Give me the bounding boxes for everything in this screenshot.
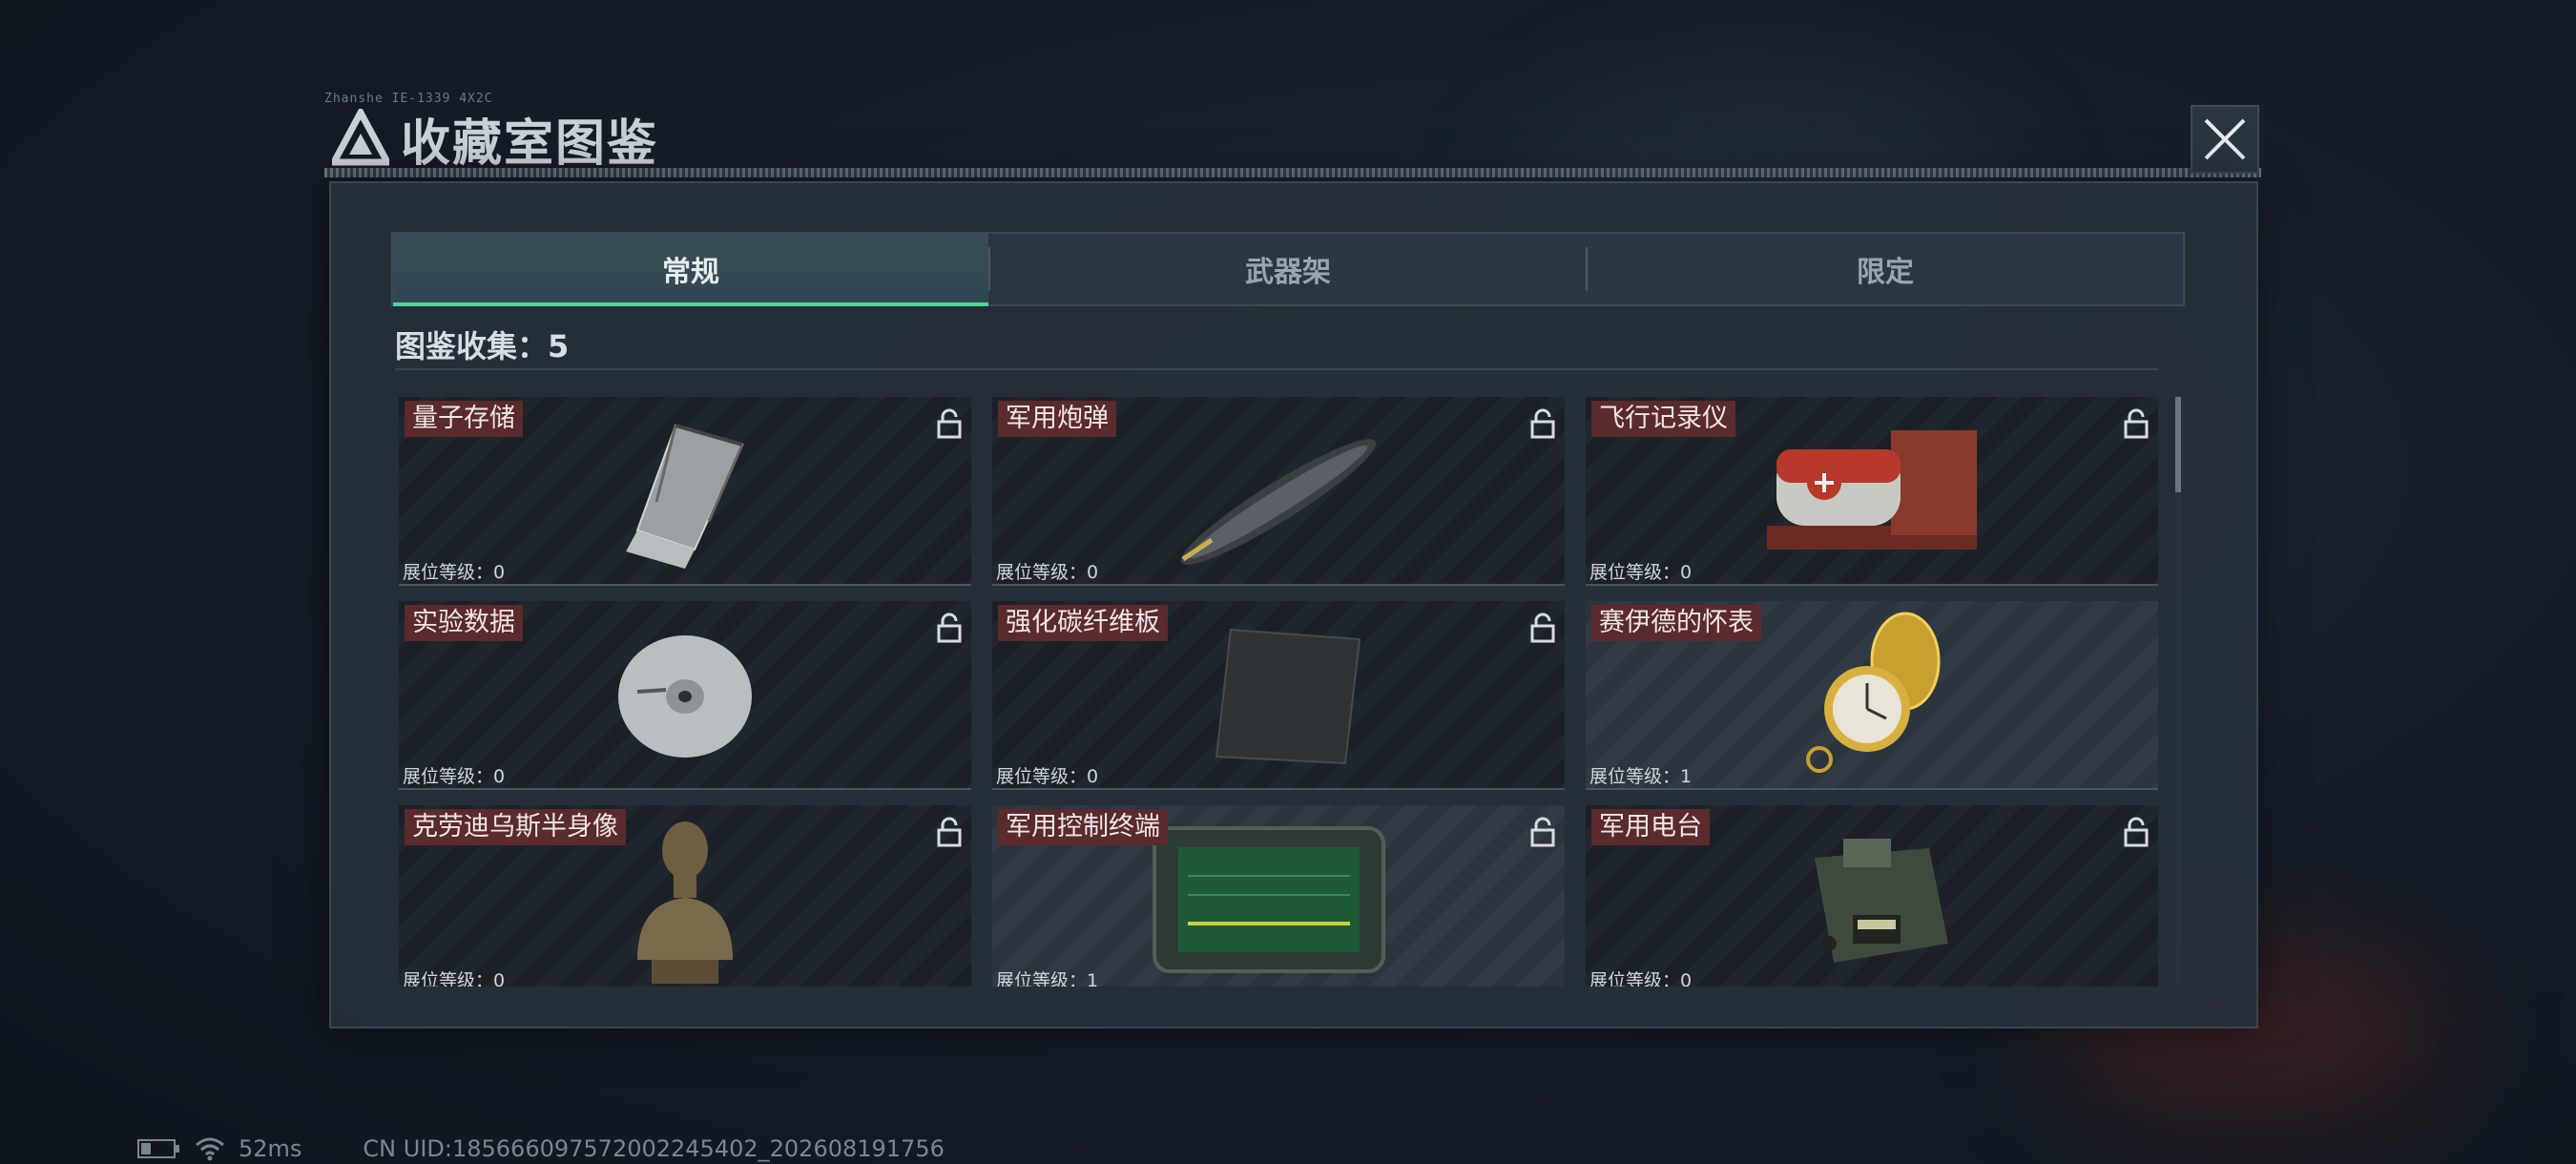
item-level-label: 展位等级： (403, 562, 494, 583)
item-card-claudius-bust[interactable]: 克劳迪乌斯半身像 展位等级：0 (399, 805, 971, 987)
military-radio-icon (1815, 839, 1948, 963)
item-grid: 量子存储 展位等级：0 军用炮弹 展位等级：0 飞行记录仪 展位等级：0 实验数… (399, 397, 2159, 987)
item-card-experiment-data[interactable]: 实验数据 展位等级：0 (399, 601, 971, 790)
grid-scrollbar[interactable] (2175, 397, 2181, 987)
lock-icon (2124, 817, 2149, 847)
item-name: 克劳迪乌斯半身像 (405, 809, 626, 845)
item-level: 展位等级：0 (403, 558, 505, 584)
item-level: 展位等级：0 (1589, 558, 1692, 584)
item-level-label: 展位等级： (403, 766, 494, 787)
wifi-icon (196, 1137, 224, 1161)
item-level: 展位等级：1 (996, 967, 1098, 987)
item-level-value: 0 (1087, 562, 1099, 583)
item-name: 军用控制终端 (998, 809, 1168, 845)
scroll-thumb[interactable] (2175, 397, 2181, 492)
header-divider (324, 168, 2261, 177)
control-terminal-icon (1153, 826, 1385, 973)
carbon-plate-icon (1215, 628, 1361, 765)
lock-icon (2124, 408, 2149, 439)
item-name: 量子存储 (405, 401, 523, 437)
item-level: 展位等级：0 (996, 558, 1098, 584)
lock-icon (937, 613, 962, 643)
dialog-header: Zhanshe IE-1339 4X2C 收藏室图鉴 (324, 92, 2261, 177)
item-level: 展位等级：0 (996, 762, 1098, 788)
ping-value: 52ms (239, 1135, 302, 1162)
item-card-military-radio[interactable]: 军用电台 展位等级：0 (1586, 805, 2158, 987)
flight-recorder-icon (1767, 430, 1977, 550)
item-level-label: 展位等级： (1589, 766, 1681, 787)
lock-icon (1530, 613, 1555, 643)
item-card-quantum-storage[interactable]: 量子存储 展位等级：0 (399, 397, 971, 586)
item-level-label: 展位等级： (1589, 562, 1681, 583)
tab-weapon-rack[interactable]: 武器架 (990, 234, 1586, 304)
item-name: 飞行记录仪 (1591, 401, 1735, 437)
item-level-value: 0 (493, 766, 506, 787)
disc-icon (618, 635, 752, 758)
divider (395, 368, 2158, 370)
tab-regular[interactable]: 常规 (393, 234, 988, 306)
item-name: 军用电台 (1591, 809, 1710, 845)
item-level-value: 0 (1680, 970, 1693, 987)
item-level-value: 1 (1680, 766, 1693, 787)
battery-icon (137, 1139, 179, 1158)
item-level-label: 展位等级： (996, 766, 1088, 787)
item-level-value: 0 (493, 562, 506, 583)
lock-icon (937, 408, 962, 439)
uid-text: CN UID:18566609757200224540​2_2026081917… (363, 1135, 945, 1162)
lock-icon (937, 817, 962, 847)
close-button[interactable] (2191, 105, 2259, 174)
item-level: 展位等级：0 (403, 762, 505, 788)
tab-limited[interactable]: 限定 (1588, 234, 2183, 304)
item-card-control-terminal[interactable]: 军用控制终端 展位等级：1 (992, 805, 1565, 987)
item-level-value: 0 (1680, 562, 1693, 583)
item-level-value: 0 (1087, 766, 1099, 787)
usb-drive-icon (626, 424, 744, 569)
item-level-label: 展位等级： (996, 970, 1088, 987)
item-level: 展位等级：1 (1589, 762, 1692, 788)
item-level: 展位等级：0 (1589, 967, 1692, 987)
collection-count: 图鉴收集：5 (395, 322, 569, 366)
item-name: 实验数据 (405, 605, 523, 641)
collection-count-label: 图鉴收集： (395, 328, 549, 364)
lock-icon (1530, 408, 1555, 439)
item-level-value: 1 (1087, 970, 1099, 987)
item-level-label: 展位等级： (996, 562, 1088, 583)
close-icon (2204, 118, 2246, 160)
delta-logo-icon (332, 109, 389, 166)
item-name: 赛伊德的怀表 (1591, 605, 1761, 641)
item-name: 军用炮弹 (998, 401, 1116, 437)
item-card-military-shell[interactable]: 军用炮弹 展位等级：0 (992, 397, 1565, 586)
item-card-carbon-plate[interactable]: 强化碳纤维板 展位等级：0 (992, 601, 1565, 790)
pocket-watch-icon (1806, 612, 1941, 773)
page-title: 收藏室图鉴 (401, 115, 659, 173)
item-level-value: 0 (493, 970, 506, 987)
bust-statue-icon (637, 821, 733, 984)
artillery-shell-icon (1180, 439, 1377, 565)
lock-icon (1530, 817, 1555, 847)
collection-count-value: 5 (548, 328, 570, 364)
item-level-label: 展位等级： (1589, 970, 1681, 987)
item-level: 展位等级：0 (403, 967, 505, 987)
tab-bar: 常规 武器架 限定 (391, 232, 2185, 306)
item-level-label: 展位等级： (403, 970, 494, 987)
item-name: 强化碳纤维板 (998, 605, 1168, 641)
item-card-flight-recorder[interactable]: 飞行记录仪 展位等级：0 (1586, 397, 2158, 586)
status-bar: 52ms CN UID:18566609757200224540​2_20260… (137, 1135, 945, 1162)
item-card-pocket-watch[interactable]: 赛伊德的怀表 展位等级：1 (1586, 601, 2158, 790)
